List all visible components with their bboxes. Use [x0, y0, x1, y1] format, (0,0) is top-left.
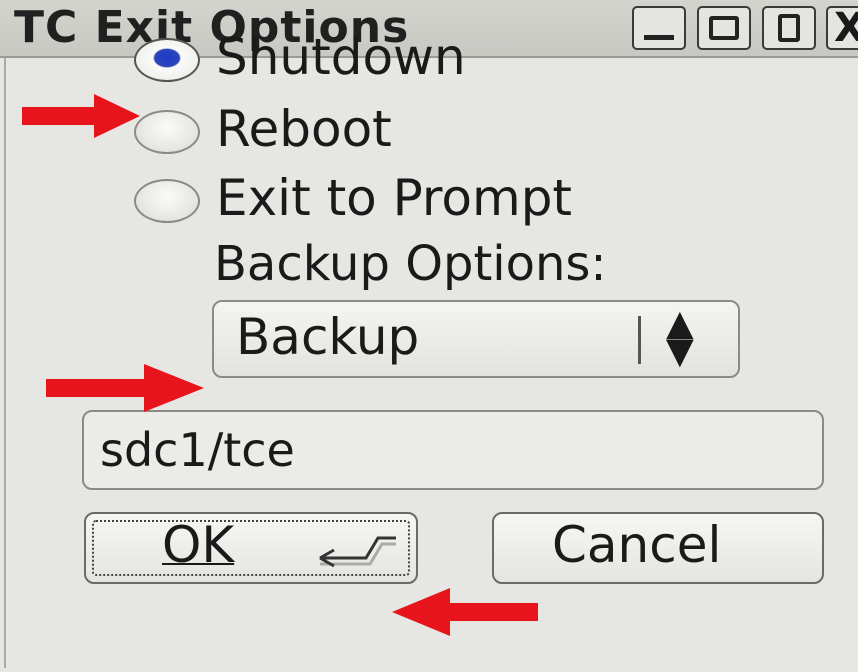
red-arrow-annotation-shutdown — [22, 94, 140, 138]
maximize-icon — [709, 16, 739, 40]
red-arrow-annotation-ok — [392, 588, 538, 636]
backup-options-label: Backup Options: — [214, 236, 607, 292]
backup-path-field[interactable] — [82, 410, 824, 490]
enter-key-icon — [319, 536, 396, 568]
fullscreen-button[interactable] — [762, 6, 816, 50]
backup-options-value: Backup — [236, 308, 420, 366]
select-separator — [638, 316, 641, 364]
radio-button[interactable] — [134, 110, 200, 154]
maximize-button[interactable] — [697, 6, 751, 50]
close-button[interactable]: X — [826, 6, 858, 50]
close-icon: X — [834, 5, 858, 51]
backup-options-select[interactable]: Backup ▲ ▼ — [212, 300, 740, 378]
ok-button-label: OK — [162, 516, 235, 574]
updown-arrows-icon: ▲ ▼ — [666, 303, 694, 372]
minimize-button[interactable] — [632, 6, 686, 50]
ok-button[interactable]: OK — [84, 512, 418, 584]
radio-button-checked[interactable] — [134, 38, 200, 82]
minimize-icon — [644, 35, 674, 40]
red-arrow-annotation-backup — [46, 364, 204, 412]
radio-button[interactable] — [134, 179, 200, 223]
radio-label-reboot: Reboot — [216, 100, 392, 158]
fullscreen-icon — [778, 14, 800, 42]
cancel-button-label: Cancel — [552, 516, 722, 574]
radio-label-shutdown: Shutdown — [216, 28, 466, 86]
cancel-button[interactable]: Cancel — [492, 512, 824, 584]
radio-label-exit-to-prompt: Exit to Prompt — [216, 169, 573, 227]
